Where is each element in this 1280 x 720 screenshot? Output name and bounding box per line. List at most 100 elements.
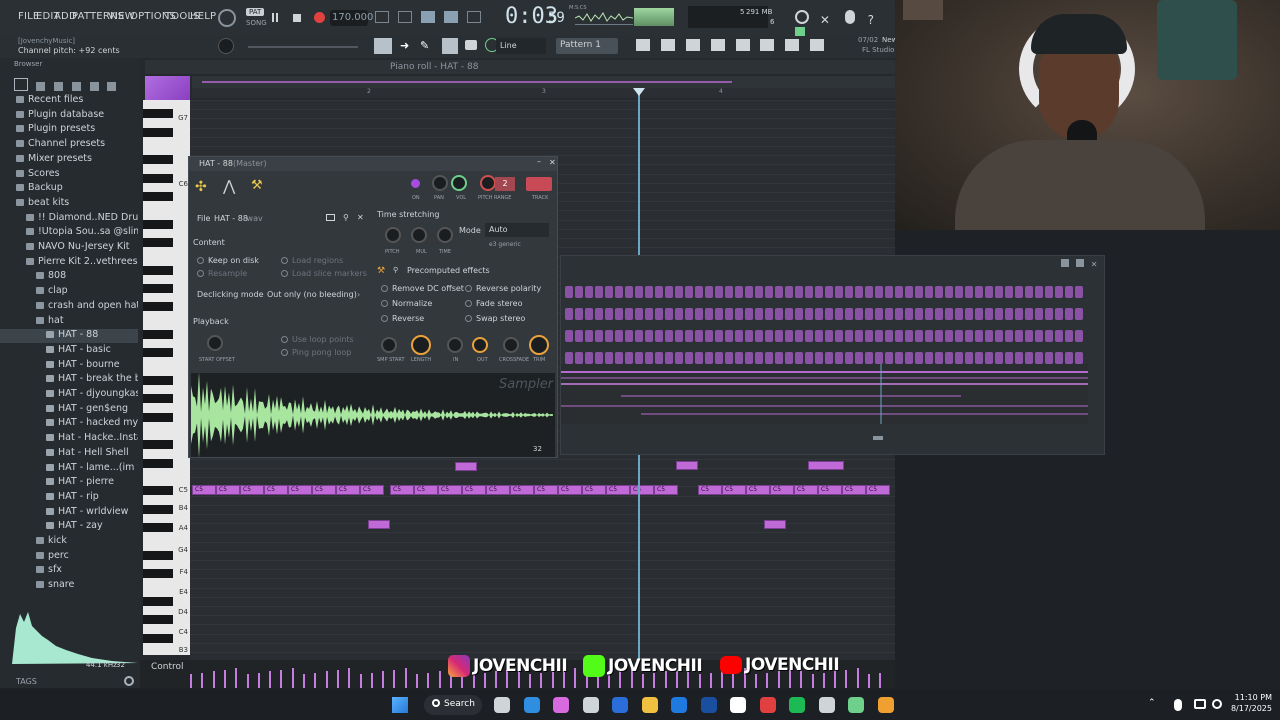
- step-button[interactable]: [915, 308, 923, 320]
- browser-item[interactable]: perc: [0, 550, 138, 564]
- browser-item[interactable]: Channel presets: [0, 138, 138, 152]
- midi-note[interactable]: C5: [654, 485, 678, 495]
- step-button[interactable]: [845, 352, 853, 364]
- step-button[interactable]: [565, 308, 573, 320]
- step-button[interactable]: [925, 308, 933, 320]
- step-button[interactable]: [755, 286, 763, 298]
- velocity-bar[interactable]: [856, 668, 859, 688]
- velocity-bar[interactable]: [303, 674, 305, 688]
- black-key[interactable]: [143, 440, 173, 450]
- step-button[interactable]: [1035, 286, 1043, 298]
- step-button[interactable]: [565, 352, 573, 364]
- step-button[interactable]: [615, 352, 623, 364]
- midi-note[interactable]: C5: [558, 485, 582, 495]
- remove-file-icon[interactable]: ✕: [357, 213, 364, 222]
- step-button[interactable]: [695, 308, 703, 320]
- velocity-bar[interactable]: [201, 672, 204, 688]
- step-button[interactable]: [585, 286, 593, 298]
- step-button[interactable]: [935, 286, 943, 298]
- scroll-handle[interactable]: [873, 436, 883, 440]
- browser-item[interactable]: HAT - wrldview: [0, 506, 138, 520]
- step-button[interactable]: [625, 286, 633, 298]
- in-knob[interactable]: [447, 337, 463, 353]
- step-edit-icon[interactable]: [443, 11, 458, 23]
- step-button[interactable]: [595, 286, 603, 298]
- spotify-icon[interactable]: [789, 697, 805, 713]
- step-button[interactable]: [785, 330, 793, 342]
- step-button[interactable]: [765, 308, 773, 320]
- clock-time[interactable]: 11:10 PM: [1222, 693, 1272, 702]
- black-key[interactable]: [143, 550, 173, 560]
- step-button[interactable]: [615, 308, 623, 320]
- step-button[interactable]: [925, 286, 933, 298]
- step-button[interactable]: [705, 330, 713, 342]
- minimize-icon[interactable]: –: [537, 157, 541, 166]
- step-button[interactable]: [1055, 330, 1063, 342]
- browser-item[interactable]: beat kits: [0, 197, 138, 211]
- pitch-knob[interactable]: [480, 175, 496, 191]
- browser-back-icon[interactable]: [35, 82, 45, 91]
- step-button[interactable]: [685, 352, 693, 364]
- step-button[interactable]: [865, 352, 873, 364]
- step-button[interactable]: [755, 308, 763, 320]
- menu-item[interactable]: HELP: [190, 11, 216, 22]
- midi-note[interactable]: C5: [630, 485, 654, 495]
- step-button[interactable]: [1025, 352, 1033, 364]
- step-button[interactable]: [685, 308, 693, 320]
- step-button[interactable]: [905, 330, 913, 342]
- velocity-bar[interactable]: [574, 668, 577, 688]
- master-volume-knob[interactable]: [218, 38, 234, 54]
- length-knob[interactable]: [411, 335, 431, 355]
- arrow-icon[interactable]: ➜: [400, 39, 409, 52]
- step-button[interactable]: [585, 352, 593, 364]
- declicking-select[interactable]: Out only (no bleeding): [267, 290, 357, 299]
- step-button[interactable]: [1015, 308, 1023, 320]
- open-file-icon[interactable]: [326, 214, 335, 221]
- velocity-bar[interactable]: [755, 674, 757, 688]
- metronome-icon[interactable]: [375, 11, 389, 23]
- step-button[interactable]: [925, 330, 933, 342]
- velocity-bar[interactable]: [709, 672, 712, 688]
- step-button[interactable]: [855, 352, 863, 364]
- on-button[interactable]: [411, 179, 420, 188]
- black-key[interactable]: [143, 569, 173, 579]
- step-button[interactable]: [705, 352, 713, 364]
- step-button[interactable]: [855, 308, 863, 320]
- touch-icon[interactable]: [810, 39, 825, 51]
- step-button[interactable]: [735, 308, 743, 320]
- view-buttons[interactable]: [636, 39, 836, 53]
- step-button[interactable]: [785, 308, 793, 320]
- out-knob[interactable]: [472, 337, 488, 353]
- step-button[interactable]: [815, 308, 823, 320]
- browser-toolbar[interactable]: [14, 78, 138, 92]
- step-button[interactable]: [885, 308, 893, 320]
- step-button[interactable]: [725, 330, 733, 342]
- velocity-bar[interactable]: [223, 669, 226, 688]
- velocity-bar[interactable]: [359, 674, 362, 688]
- midi-note[interactable]: C5: [414, 485, 438, 495]
- pattern-tools[interactable]: [375, 11, 487, 25]
- step-button[interactable]: [595, 352, 603, 364]
- midi-note[interactable]: C5: [192, 485, 216, 495]
- browser-item[interactable]: HAT - rip: [0, 491, 138, 505]
- midi-note[interactable]: C5: [794, 485, 818, 495]
- black-key[interactable]: [143, 348, 173, 358]
- step-button[interactable]: [885, 286, 893, 298]
- step-button[interactable]: [565, 330, 573, 342]
- browser-item[interactable]: Recent files: [0, 94, 138, 108]
- step-button[interactable]: [575, 330, 583, 342]
- step-button[interactable]: [895, 352, 903, 364]
- browser-item[interactable]: hat: [0, 315, 138, 329]
- step-button[interactable]: [745, 308, 753, 320]
- step-button[interactable]: [995, 330, 1003, 342]
- normalize-option[interactable]: Normalize: [381, 299, 432, 308]
- keep-on-disk-option[interactable]: Keep on disk: [197, 256, 259, 265]
- tray-wifi-icon[interactable]: [1212, 699, 1222, 709]
- sample-waveform[interactable]: Sampler 32: [191, 372, 555, 458]
- midi-note[interactable]: [368, 520, 390, 529]
- pan-knob[interactable]: [432, 175, 448, 191]
- remove-dc-option[interactable]: Remove DC offset: [381, 284, 464, 293]
- task-view-icon[interactable]: [494, 697, 510, 713]
- channel-rack-icon[interactable]: [685, 39, 700, 51]
- browser-item[interactable]: Hat - Hell Shell: [0, 447, 138, 461]
